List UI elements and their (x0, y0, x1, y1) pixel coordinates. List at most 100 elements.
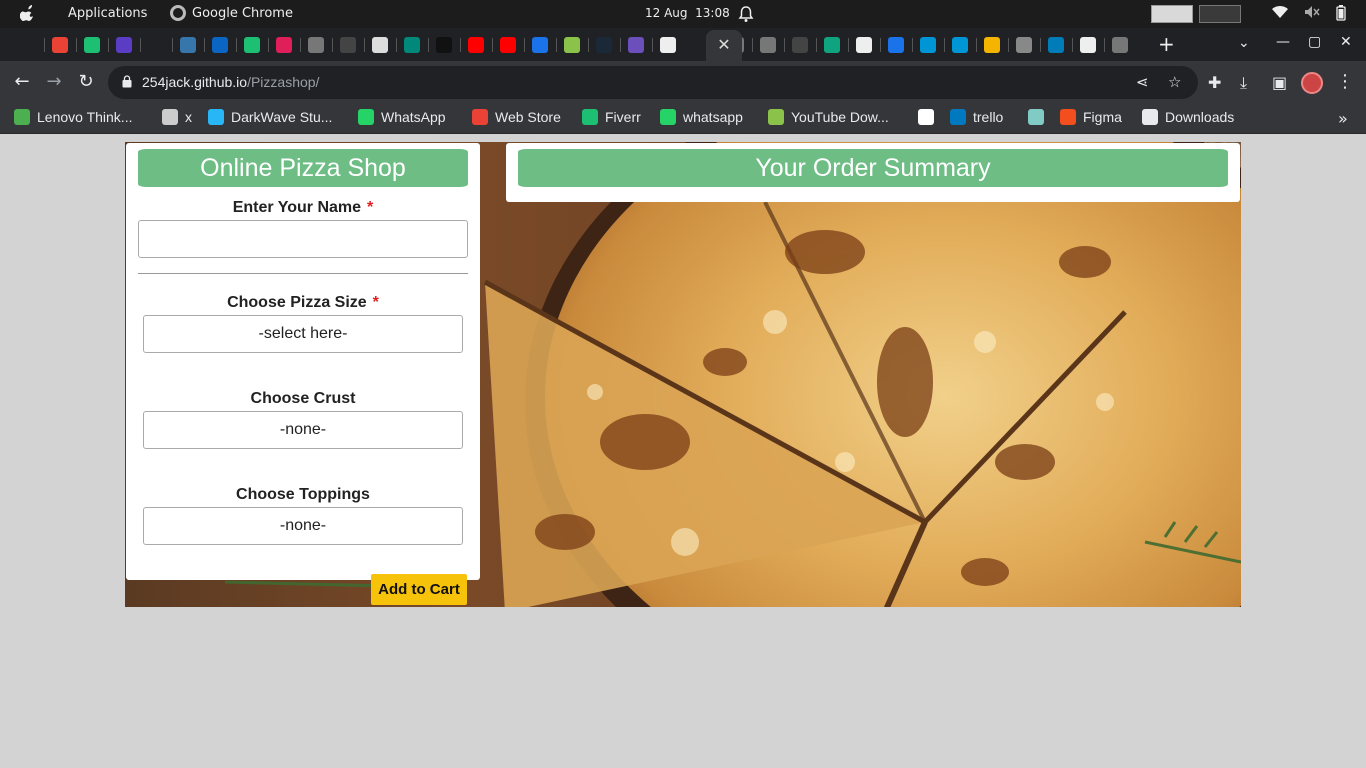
browser-tab[interactable] (336, 33, 360, 57)
browser-tab[interactable] (48, 33, 72, 57)
reload-button[interactable]: ↻ (75, 71, 97, 92)
browser-tab[interactable] (592, 33, 616, 57)
maximize-button[interactable]: ▢ (1308, 34, 1321, 50)
clock[interactable]: 12 Aug 13:08 (645, 6, 730, 20)
bookmark-favicon-icon (1028, 109, 1044, 125)
close-window-button[interactable]: ✕ (1340, 34, 1352, 50)
bookmark-item[interactable]: DarkWave Stu... (208, 109, 332, 125)
name-input[interactable] (138, 220, 468, 258)
bookmark-star-icon[interactable]: ☆ (1168, 73, 1181, 91)
browser-tab[interactable] (656, 33, 680, 57)
active-app-label: Google Chrome (192, 5, 293, 21)
browser-tab[interactable] (208, 33, 232, 57)
bookmark-item[interactable]: Web Store (472, 109, 561, 125)
browser-tab[interactable] (1076, 33, 1100, 57)
browser-tab[interactable] (80, 33, 104, 57)
address-bar[interactable]: 254jack.github.io/Pizzashop/ ⋖ ☆ (108, 66, 1198, 99)
pizza-size-select[interactable]: -select here- (143, 315, 463, 353)
share-icon[interactable]: ⋖ (1136, 73, 1149, 91)
browser-tab[interactable] (624, 33, 648, 57)
notification-bell-icon[interactable] (738, 5, 754, 23)
browser-tab[interactable] (1108, 33, 1132, 57)
input-method-indicator[interactable] (1199, 5, 1241, 23)
chrome-menu-icon[interactable]: ⋮ (1336, 71, 1354, 92)
browser-tab[interactable] (852, 33, 876, 57)
url-text[interactable]: 254jack.github.io/Pizzashop/ (142, 74, 319, 90)
crust-select[interactable]: -none- (143, 411, 463, 449)
bookmark-item[interactable]: Figma (1060, 109, 1122, 125)
minimize-button[interactable]: — (1276, 34, 1290, 50)
battery-icon[interactable] (1336, 5, 1346, 21)
bookmark-item[interactable]: WhatsApp (358, 109, 446, 125)
browser-tab[interactable] (432, 33, 456, 57)
tab-separator (620, 38, 621, 52)
browser-tab[interactable] (400, 33, 424, 57)
tab-separator (556, 38, 557, 52)
tab-separator (140, 38, 141, 52)
github-icon (340, 37, 356, 53)
bookmark-item[interactable]: YouTube Dow... (768, 109, 889, 125)
bookmark-label: Fiverr (605, 109, 641, 125)
tab-separator (76, 38, 77, 52)
browser-tab[interactable] (948, 33, 972, 57)
bookmark-item[interactable]: Downloads (1142, 109, 1234, 125)
browser-tab[interactable] (756, 33, 780, 57)
add-to-cart-button[interactable]: Add to Cart (371, 574, 467, 605)
browser-tab[interactable] (176, 33, 200, 57)
meet-icon (404, 37, 420, 53)
browser-tab[interactable] (1012, 33, 1036, 57)
bookmark-item[interactable] (1028, 109, 1044, 125)
browser-tab[interactable] (144, 33, 168, 57)
more-bookmarks-icon[interactable]: » (1338, 109, 1348, 128)
browser-tab[interactable] (368, 33, 392, 57)
back-button[interactable]: ← (11, 71, 33, 92)
active-tab-close-icon[interactable]: ✕ (706, 30, 742, 61)
browser-tab[interactable] (496, 33, 520, 57)
download-icon[interactable]: ⤓ (1240, 73, 1247, 93)
applications-menu[interactable]: Applications (68, 6, 147, 21)
bookmark-label: YouTube Dow... (791, 109, 889, 125)
order-summary-panel: Your Order Summary (506, 143, 1240, 202)
bookmark-item[interactable]: x (162, 109, 192, 125)
browser-tab[interactable] (528, 33, 552, 57)
bookmark-item[interactable]: Fiverr (582, 109, 641, 125)
bookmark-item[interactable]: Lenovo Think... (14, 109, 132, 125)
bookmark-item[interactable]: whatsapp (660, 109, 743, 125)
lock-icon[interactable] (122, 75, 132, 88)
browser-tab[interactable] (240, 33, 264, 57)
keyboard-layout-indicator[interactable] (1151, 5, 1193, 23)
new-tab-button[interactable]: + (1158, 32, 1175, 56)
browser-tab[interactable] (884, 33, 908, 57)
browser-tab[interactable] (272, 33, 296, 57)
browser-tab[interactable] (820, 33, 844, 57)
slack-icon (276, 37, 292, 53)
browser-tab[interactable] (16, 33, 40, 57)
tab-search-chevron-icon[interactable]: ⌄ (1238, 35, 1250, 51)
browser-tab[interactable] (560, 33, 584, 57)
browser-tab[interactable] (112, 33, 136, 57)
browser-tab[interactable] (1044, 33, 1068, 57)
profile-avatar[interactable] (1301, 72, 1323, 94)
bookmark-item[interactable] (918, 109, 934, 125)
bookmark-item[interactable]: trello (950, 109, 1003, 125)
tab-separator (784, 38, 785, 52)
active-app-indicator[interactable]: Google Chrome (170, 5, 293, 21)
shield-icon (1016, 37, 1032, 53)
browser-tab[interactable] (304, 33, 328, 57)
side-panel-icon[interactable]: ▣ (1272, 73, 1287, 92)
system-tray (1272, 5, 1346, 21)
forward-button[interactable]: → (43, 71, 65, 92)
bookmark-favicon-icon (950, 109, 966, 125)
size-label: Choose Pizza Size * (126, 294, 480, 312)
volume-muted-icon[interactable] (1304, 5, 1320, 19)
browser-tab[interactable] (788, 33, 812, 57)
wifi-icon[interactable] (1272, 5, 1288, 19)
browser-tab[interactable] (464, 33, 488, 57)
browser-tab[interactable] (980, 33, 1004, 57)
tab-separator (332, 38, 333, 52)
browser-tab[interactable] (916, 33, 940, 57)
tab-separator (848, 38, 849, 52)
apple-icon[interactable] (20, 4, 36, 22)
toppings-select[interactable]: -none- (143, 507, 463, 545)
extensions-puzzle-icon[interactable]: ✚ (1208, 73, 1221, 92)
